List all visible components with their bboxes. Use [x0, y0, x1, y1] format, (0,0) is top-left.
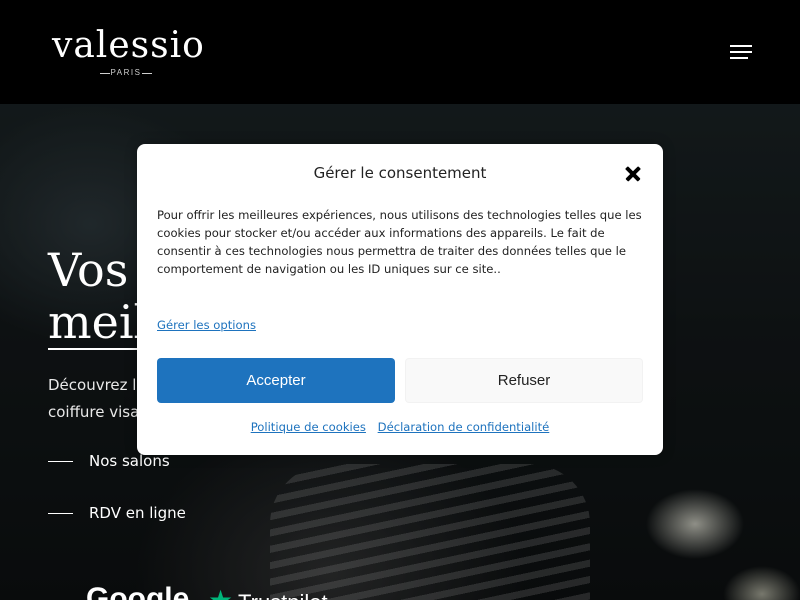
- consent-dialog: Gérer le consentement Pour offrir les me…: [137, 144, 663, 455]
- trustpilot-label: Trustpilot: [238, 590, 328, 600]
- manage-options-link[interactable]: Gérer les options: [157, 316, 256, 334]
- hero-title-line2: meil: [48, 295, 149, 350]
- cookie-policy-link[interactable]: Politique de cookies: [251, 420, 366, 434]
- hero-description-line2: coiffure visa: [48, 403, 140, 421]
- hero-description-line1: Découvrez le: [48, 376, 146, 394]
- consent-message: Pour offrir les meilleures expériences, …: [157, 208, 642, 276]
- consent-title: Gérer le consentement: [313, 164, 487, 182]
- hero-title: Vos meil: [48, 243, 149, 350]
- accept-button[interactable]: Accepter: [157, 358, 395, 403]
- google-brand: Google: [86, 582, 190, 600]
- close-icon[interactable]: [623, 164, 643, 184]
- rdv-en-ligne-link[interactable]: RDV en ligne: [48, 502, 208, 524]
- site-header: valessio PARIS: [0, 0, 800, 104]
- refuse-button[interactable]: Refuser: [405, 358, 643, 403]
- logo-subtitle: PARIS: [100, 67, 152, 79]
- link-dash: [48, 513, 73, 514]
- hero-title-line1: Vos: [48, 243, 129, 297]
- hamburger-menu-icon[interactable]: [730, 44, 752, 60]
- star-icon: ★: [208, 586, 233, 600]
- logo-dash-right: [142, 73, 152, 74]
- logo-wordmark: valessio: [52, 25, 205, 66]
- rdv-en-ligne-label: RDV en ligne: [89, 504, 186, 522]
- hero-description: Découvrez le coiffure visa: [48, 372, 146, 426]
- logo[interactable]: valessio PARIS: [52, 24, 205, 80]
- link-dash: [48, 461, 73, 462]
- consent-links: Politique de cookies Déclaration de conf…: [137, 418, 663, 436]
- privacy-statement-link[interactable]: Déclaration de confidentialité: [378, 420, 550, 434]
